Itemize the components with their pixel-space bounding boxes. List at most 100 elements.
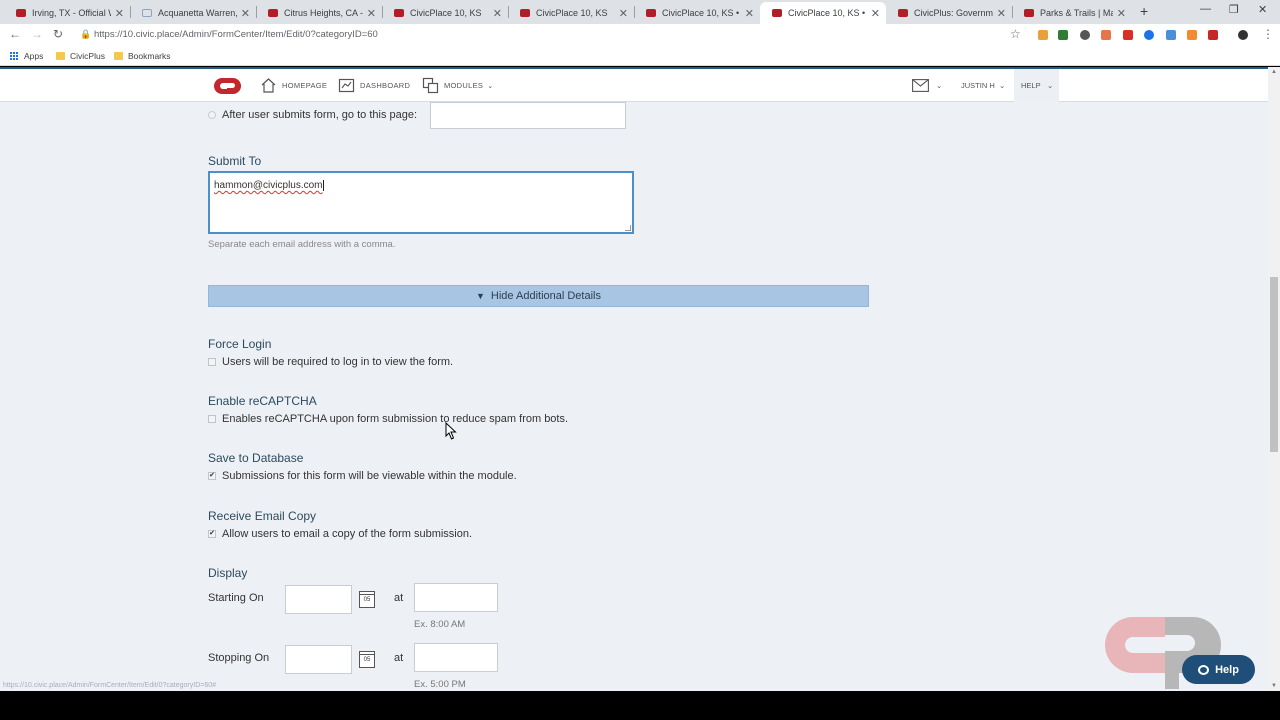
tab-favicon-icon bbox=[268, 9, 278, 17]
save-to-database-heading: Save to Database bbox=[208, 451, 304, 465]
close-tab-icon[interactable]: ✕ bbox=[1117, 7, 1126, 20]
browser-tab-2[interactable]: Acquanetta Warren, Ma ✕ bbox=[130, 2, 256, 24]
redirect-page-input[interactable] bbox=[430, 102, 626, 129]
browser-tab-5[interactable]: CivicPlace 10, KS ✕ bbox=[508, 2, 634, 24]
stop-time-input[interactable] bbox=[414, 643, 498, 672]
browser-tab-active[interactable]: CivicPlace 10, KS • Admi ✕ bbox=[760, 2, 886, 24]
chevron-down-icon[interactable]: ⌄ bbox=[936, 81, 942, 90]
extension-icon[interactable] bbox=[1144, 30, 1154, 40]
tab-title: Acquanetta Warren, Ma bbox=[158, 8, 237, 18]
nav-homepage[interactable]: HOMEPAGE bbox=[260, 77, 327, 94]
calendar-icon[interactable]: 05 bbox=[359, 651, 375, 668]
browser-tab-1[interactable]: Irving, TX - Official Web ✕ bbox=[4, 2, 130, 24]
tab-favicon-icon bbox=[772, 9, 782, 17]
at-label: at bbox=[394, 652, 404, 664]
close-tab-icon[interactable]: ✕ bbox=[871, 7, 880, 20]
dashboard-icon bbox=[338, 78, 355, 93]
close-tab-icon[interactable]: ✕ bbox=[493, 7, 502, 20]
bookmark-bookmarks[interactable]: Bookmarks bbox=[114, 51, 171, 61]
forward-arrow-icon[interactable]: → bbox=[31, 27, 43, 41]
restore-icon[interactable]: ❐ bbox=[1229, 3, 1239, 16]
tab-favicon-icon bbox=[394, 9, 404, 17]
extension-icon[interactable] bbox=[1101, 30, 1111, 40]
tab-favicon-icon bbox=[646, 9, 656, 17]
new-tab-icon[interactable]: + bbox=[1140, 3, 1148, 19]
tab-favicon-icon bbox=[520, 9, 530, 17]
starting-on-label: Starting On bbox=[208, 592, 264, 604]
receive-email-copy-heading: Receive Email Copy bbox=[208, 509, 317, 523]
receive-email-copy-checkbox[interactable]: ✔ bbox=[208, 530, 216, 538]
url-field[interactable]: https://10.civic.place/Admin/FormCenter/… bbox=[94, 29, 378, 40]
browser-tab-8[interactable]: CivicPlus: Government ✕ bbox=[886, 2, 1012, 24]
profile-avatar[interactable] bbox=[1238, 30, 1248, 40]
stop-date-input[interactable] bbox=[285, 645, 352, 674]
calendar-icon[interactable]: 05 bbox=[359, 591, 375, 608]
extension-icon[interactable] bbox=[1038, 30, 1048, 40]
extension-icon[interactable] bbox=[1166, 30, 1176, 40]
close-tab-icon[interactable]: ✕ bbox=[367, 7, 376, 20]
close-tab-icon[interactable]: ✕ bbox=[997, 7, 1006, 20]
modules-icon bbox=[422, 77, 439, 94]
save-to-database-checkbox[interactable]: ✔ bbox=[208, 472, 216, 480]
extension-icon[interactable] bbox=[1208, 30, 1218, 40]
resize-handle[interactable] bbox=[625, 225, 631, 231]
nav-modules[interactable]: MODULES ⌄ bbox=[422, 77, 493, 94]
stopping-on-label: Stopping On bbox=[208, 652, 270, 664]
user-menu[interactable]: JUSTIN H bbox=[961, 81, 995, 90]
start-time-input[interactable] bbox=[414, 583, 498, 612]
reload-icon[interactable]: ↻ bbox=[53, 27, 63, 41]
folder-icon bbox=[56, 52, 65, 60]
browser-tab-3[interactable]: Citrus Heights, CA - Offi ✕ bbox=[256, 2, 382, 24]
browser-tab-bar: Irving, TX - Official Web ✕ Acquanetta W… bbox=[0, 0, 1280, 24]
folder-icon bbox=[114, 52, 123, 60]
close-tab-icon[interactable]: ✕ bbox=[241, 7, 250, 20]
browser-tab-6[interactable]: CivicPlace 10, KS • Admi ✕ bbox=[634, 2, 760, 24]
window-close-icon[interactable]: ✕ bbox=[1258, 3, 1267, 16]
address-bar: ← → ↻ 🔒 https://10.civic.place/Admin/For… bbox=[0, 24, 1280, 46]
scroll-up-icon[interactable]: ▲ bbox=[1271, 69, 1277, 75]
tab-title: CivicPlace 10, KS • Admi bbox=[662, 8, 741, 18]
redirect-radio[interactable] bbox=[208, 111, 216, 119]
page-scrollbar[interactable]: ▲ ▼ bbox=[1268, 67, 1280, 691]
extension-icon[interactable] bbox=[1080, 30, 1090, 40]
scroll-down-icon[interactable]: ▼ bbox=[1271, 683, 1277, 689]
force-login-checkbox[interactable] bbox=[208, 358, 216, 366]
mouse-cursor-icon bbox=[445, 422, 457, 440]
mail-icon bbox=[912, 79, 929, 92]
lock-icon: 🔒 bbox=[80, 29, 92, 39]
hide-additional-details-button[interactable]: ▼ Hide Additional Details bbox=[208, 285, 869, 307]
help-menu[interactable]: HELP ⌄ bbox=[1014, 69, 1059, 102]
minimize-icon[interactable]: — bbox=[1200, 3, 1211, 15]
recaptcha-checkbox[interactable] bbox=[208, 415, 216, 423]
start-time-example: Ex. 8:00 AM bbox=[414, 619, 466, 630]
back-arrow-icon[interactable]: ← bbox=[9, 27, 21, 41]
tab-favicon-icon bbox=[1024, 9, 1034, 17]
nav-dashboard[interactable]: DASHBOARD bbox=[338, 77, 410, 94]
scrollbar-thumb[interactable] bbox=[1270, 277, 1278, 452]
extension-icon[interactable] bbox=[1058, 30, 1068, 40]
close-tab-icon[interactable]: ✕ bbox=[619, 7, 628, 20]
close-tab-icon[interactable]: ✕ bbox=[115, 7, 124, 20]
bookmark-civicplus[interactable]: CivicPlus bbox=[56, 51, 105, 61]
tab-favicon-icon bbox=[16, 9, 26, 17]
submit-to-textarea[interactable]: hammon@civicplus.com bbox=[208, 171, 634, 234]
home-icon bbox=[261, 78, 276, 93]
bookmark-apps[interactable]: Apps bbox=[10, 51, 43, 61]
tab-title: Parks & Trails | Manhat bbox=[1040, 8, 1113, 18]
tab-title: CivicPlace 10, KS bbox=[410, 8, 482, 18]
browser-tab-4[interactable]: CivicPlace 10, KS ✕ bbox=[382, 2, 508, 24]
extension-icon[interactable] bbox=[1123, 30, 1133, 40]
notifications-menu[interactable] bbox=[912, 79, 929, 97]
extension-icon[interactable] bbox=[1187, 30, 1197, 40]
apps-grid-icon bbox=[10, 51, 19, 61]
help-button[interactable]: Help bbox=[1182, 655, 1255, 684]
browser-tab-9[interactable]: Parks & Trails | Manhat ✕ bbox=[1012, 2, 1132, 24]
force-login-heading: Force Login bbox=[208, 337, 272, 351]
close-tab-icon[interactable]: ✕ bbox=[745, 7, 754, 20]
menu-kebab-icon[interactable]: ⋮ bbox=[1262, 27, 1274, 41]
tab-title: Citrus Heights, CA - Offi bbox=[284, 8, 363, 18]
civicplus-logo[interactable] bbox=[214, 78, 242, 94]
save-to-database-label: Submissions for this form will be viewab… bbox=[222, 470, 517, 482]
bookmark-star-icon[interactable]: ☆ bbox=[1010, 27, 1021, 41]
start-date-input[interactable] bbox=[285, 585, 352, 614]
